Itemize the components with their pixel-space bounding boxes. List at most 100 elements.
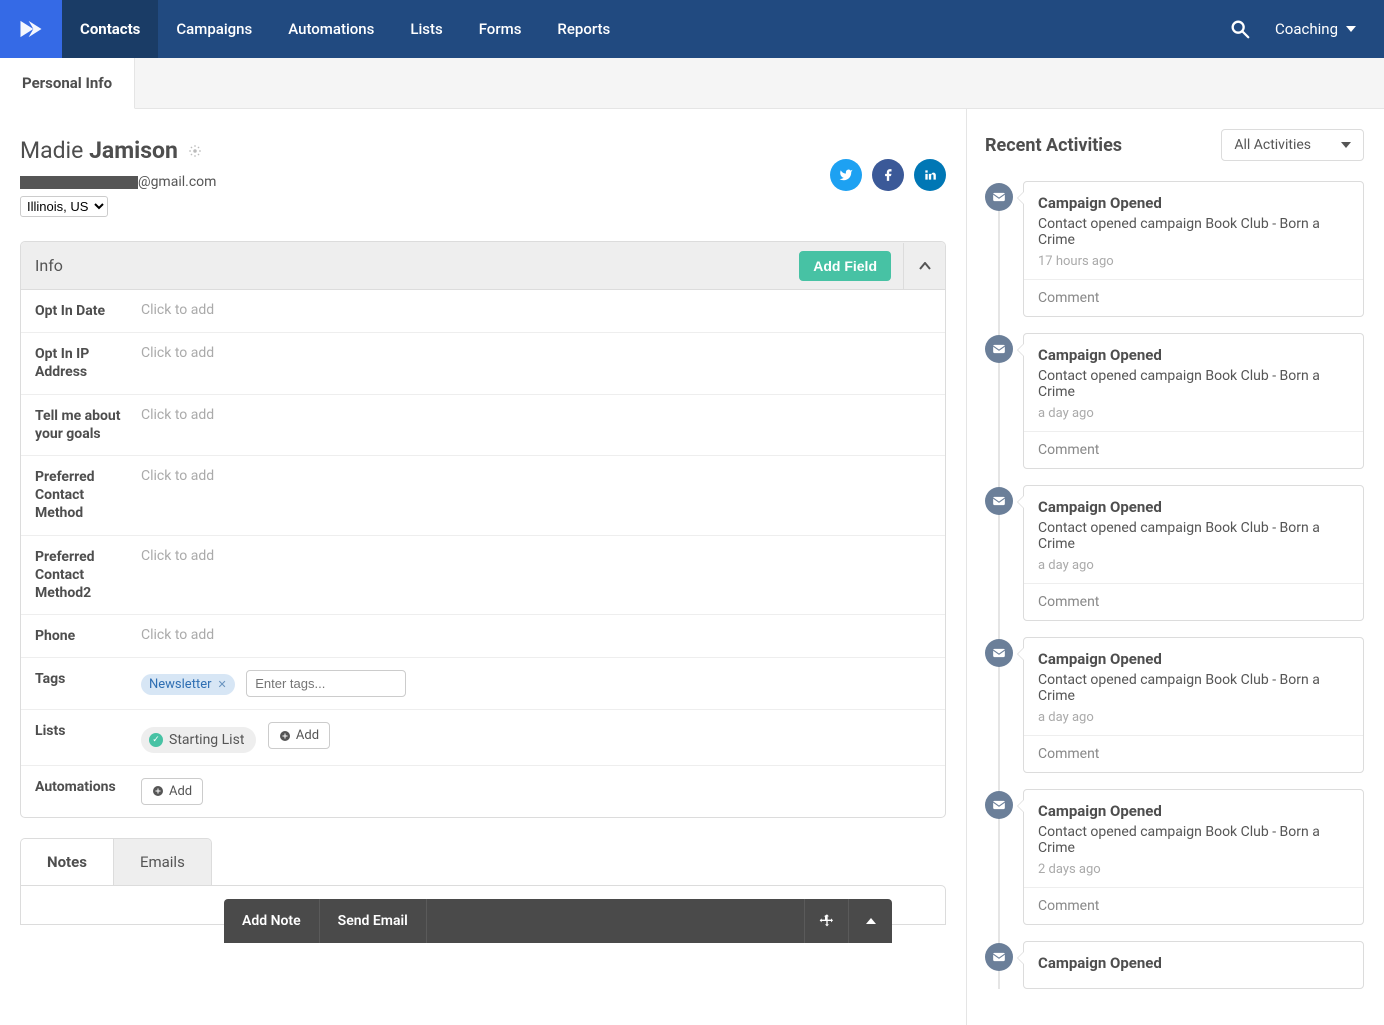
top-nav: Contacts Campaigns Automations Lists For… bbox=[0, 0, 1384, 58]
mail-icon bbox=[985, 183, 1013, 211]
activity-description: Contact opened campaign Book Club - Born… bbox=[1038, 672, 1349, 704]
tag-label: Newsletter bbox=[149, 677, 212, 692]
search-icon[interactable] bbox=[1229, 18, 1251, 40]
activity-description: Contact opened campaign Book Club - Born… bbox=[1038, 368, 1349, 400]
field-label: Automations bbox=[35, 778, 141, 796]
field-pref-contact2: Preferred Contact Method2 Click to add bbox=[21, 536, 945, 616]
app-logo[interactable] bbox=[0, 0, 62, 58]
tag-remove-icon[interactable]: ✕ bbox=[218, 678, 227, 691]
field-opt-in-ip: Opt In IP Address Click to add bbox=[21, 333, 945, 394]
field-label: Lists bbox=[35, 722, 141, 740]
tab-notes[interactable]: Notes bbox=[21, 839, 114, 885]
activity-comment[interactable]: Comment bbox=[1024, 431, 1363, 468]
mail-icon bbox=[985, 487, 1013, 515]
activity-description: Contact opened campaign Book Club - Born… bbox=[1038, 824, 1349, 856]
account-name: Coaching bbox=[1275, 20, 1338, 38]
location-select[interactable]: Illinois, US bbox=[20, 196, 108, 217]
last-name: Jamison bbox=[89, 137, 178, 164]
activity-description: Contact opened campaign Book Club - Born… bbox=[1038, 520, 1349, 552]
activity-title: Campaign Opened bbox=[1038, 650, 1349, 668]
mail-icon bbox=[985, 335, 1013, 363]
activity-item: Campaign Opened Contact opened campaign … bbox=[1013, 333, 1364, 469]
activity-time: 2 days ago bbox=[1038, 862, 1349, 877]
tag-input[interactable] bbox=[246, 670, 406, 697]
activity-time: a day ago bbox=[1038, 558, 1349, 573]
plus-circle-icon bbox=[152, 785, 164, 797]
expand-icon[interactable] bbox=[848, 899, 892, 943]
filter-label: All Activities bbox=[1234, 137, 1311, 153]
collapse-toggle[interactable] bbox=[903, 243, 945, 289]
logo-icon bbox=[17, 15, 45, 43]
field-value[interactable]: Click to add bbox=[141, 548, 931, 564]
field-value[interactable]: Click to add bbox=[141, 407, 931, 423]
caret-down-icon bbox=[1346, 26, 1356, 32]
chevron-up-icon bbox=[919, 262, 931, 270]
add-automation-button[interactable]: Add bbox=[141, 778, 203, 805]
activity-item: Campaign Opened Contact opened campaign … bbox=[1013, 789, 1364, 925]
field-value[interactable]: Click to add bbox=[141, 468, 931, 484]
email-suffix: @gmail.com bbox=[138, 174, 216, 190]
field-automations: Automations Add bbox=[21, 766, 945, 817]
add-field-button[interactable]: Add Field bbox=[799, 251, 891, 281]
facebook-icon[interactable] bbox=[872, 159, 904, 191]
field-value[interactable]: Click to add bbox=[141, 627, 931, 643]
field-pref-contact: Preferred Contact Method Click to add bbox=[21, 456, 945, 536]
activity-comment[interactable]: Comment bbox=[1024, 887, 1363, 924]
activity-time: a day ago bbox=[1038, 406, 1349, 421]
activity-comment[interactable]: Comment bbox=[1024, 279, 1363, 316]
nav-tab-automations[interactable]: Automations bbox=[270, 0, 392, 58]
twitter-icon[interactable] bbox=[830, 159, 862, 191]
activity-title: Campaign Opened bbox=[1038, 802, 1349, 820]
activity-time: a day ago bbox=[1038, 710, 1349, 725]
field-value[interactable]: Click to add bbox=[141, 345, 931, 361]
activity-title: Campaign Opened bbox=[1038, 498, 1349, 516]
nav-tab-lists[interactable]: Lists bbox=[392, 0, 460, 58]
move-icon[interactable] bbox=[804, 899, 848, 943]
nav-tab-contacts[interactable]: Contacts bbox=[62, 0, 158, 58]
field-label: Opt In IP Address bbox=[35, 345, 141, 381]
contact-email: @gmail.com bbox=[20, 174, 216, 190]
add-label: Add bbox=[296, 728, 319, 743]
info-card-header: Info Add Field bbox=[21, 242, 945, 290]
field-lists: Lists ✓ Starting List Add bbox=[21, 710, 945, 766]
caret-down-icon bbox=[1341, 142, 1351, 148]
tag-chip[interactable]: Newsletter ✕ bbox=[141, 674, 235, 695]
activity-comment[interactable]: Comment bbox=[1024, 735, 1363, 772]
nav-tabs: Contacts Campaigns Automations Lists For… bbox=[62, 0, 628, 58]
account-menu[interactable]: Coaching bbox=[1275, 20, 1356, 38]
main-content: Madie Jamison @gmail.com Illinois, US bbox=[0, 109, 966, 1025]
field-label: Preferred Contact Method bbox=[35, 468, 141, 523]
field-label: Opt In Date bbox=[35, 302, 141, 320]
activity-item: Campaign Opened Contact opened campaign … bbox=[1013, 181, 1364, 317]
add-list-button[interactable]: Add bbox=[268, 722, 330, 749]
gear-icon[interactable] bbox=[188, 144, 202, 158]
field-value[interactable]: Click to add bbox=[141, 302, 931, 318]
linkedin-icon[interactable] bbox=[914, 159, 946, 191]
send-email-button[interactable]: Send Email bbox=[320, 899, 427, 943]
activities-timeline: Campaign Opened Contact opened campaign … bbox=[985, 181, 1364, 989]
activity-description: Contact opened campaign Book Club - Born… bbox=[1038, 216, 1349, 248]
activities-header: Recent Activities All Activities bbox=[985, 129, 1364, 161]
tab-emails[interactable]: Emails bbox=[114, 839, 211, 885]
info-card: Info Add Field Opt In Date Click to add … bbox=[20, 241, 946, 818]
activities-filter[interactable]: All Activities bbox=[1221, 129, 1364, 161]
activities-title: Recent Activities bbox=[985, 135, 1122, 156]
email-redacted bbox=[20, 176, 138, 189]
add-note-button[interactable]: Add Note bbox=[224, 899, 320, 943]
subtab-personal-info[interactable]: Personal Info bbox=[0, 58, 135, 109]
field-label: Preferred Contact Method2 bbox=[35, 548, 141, 603]
mail-icon bbox=[985, 639, 1013, 667]
activity-comment[interactable]: Comment bbox=[1024, 583, 1363, 620]
nav-right: Coaching bbox=[1229, 18, 1384, 40]
plus-circle-icon bbox=[279, 730, 291, 742]
nav-tab-reports[interactable]: Reports bbox=[539, 0, 628, 58]
field-label: Phone bbox=[35, 627, 141, 645]
list-chip[interactable]: ✓ Starting List bbox=[141, 727, 256, 753]
activity-item: Campaign Opened Contact opened campaign … bbox=[1013, 637, 1364, 773]
nav-tab-campaigns[interactable]: Campaigns bbox=[158, 0, 270, 58]
nav-tab-forms[interactable]: Forms bbox=[461, 0, 540, 58]
field-phone: Phone Click to add bbox=[21, 615, 945, 658]
activity-item: Campaign Opened bbox=[1013, 941, 1364, 989]
action-bar: Add Note Send Email bbox=[224, 899, 892, 943]
contact-name: Madie Jamison bbox=[20, 137, 216, 164]
